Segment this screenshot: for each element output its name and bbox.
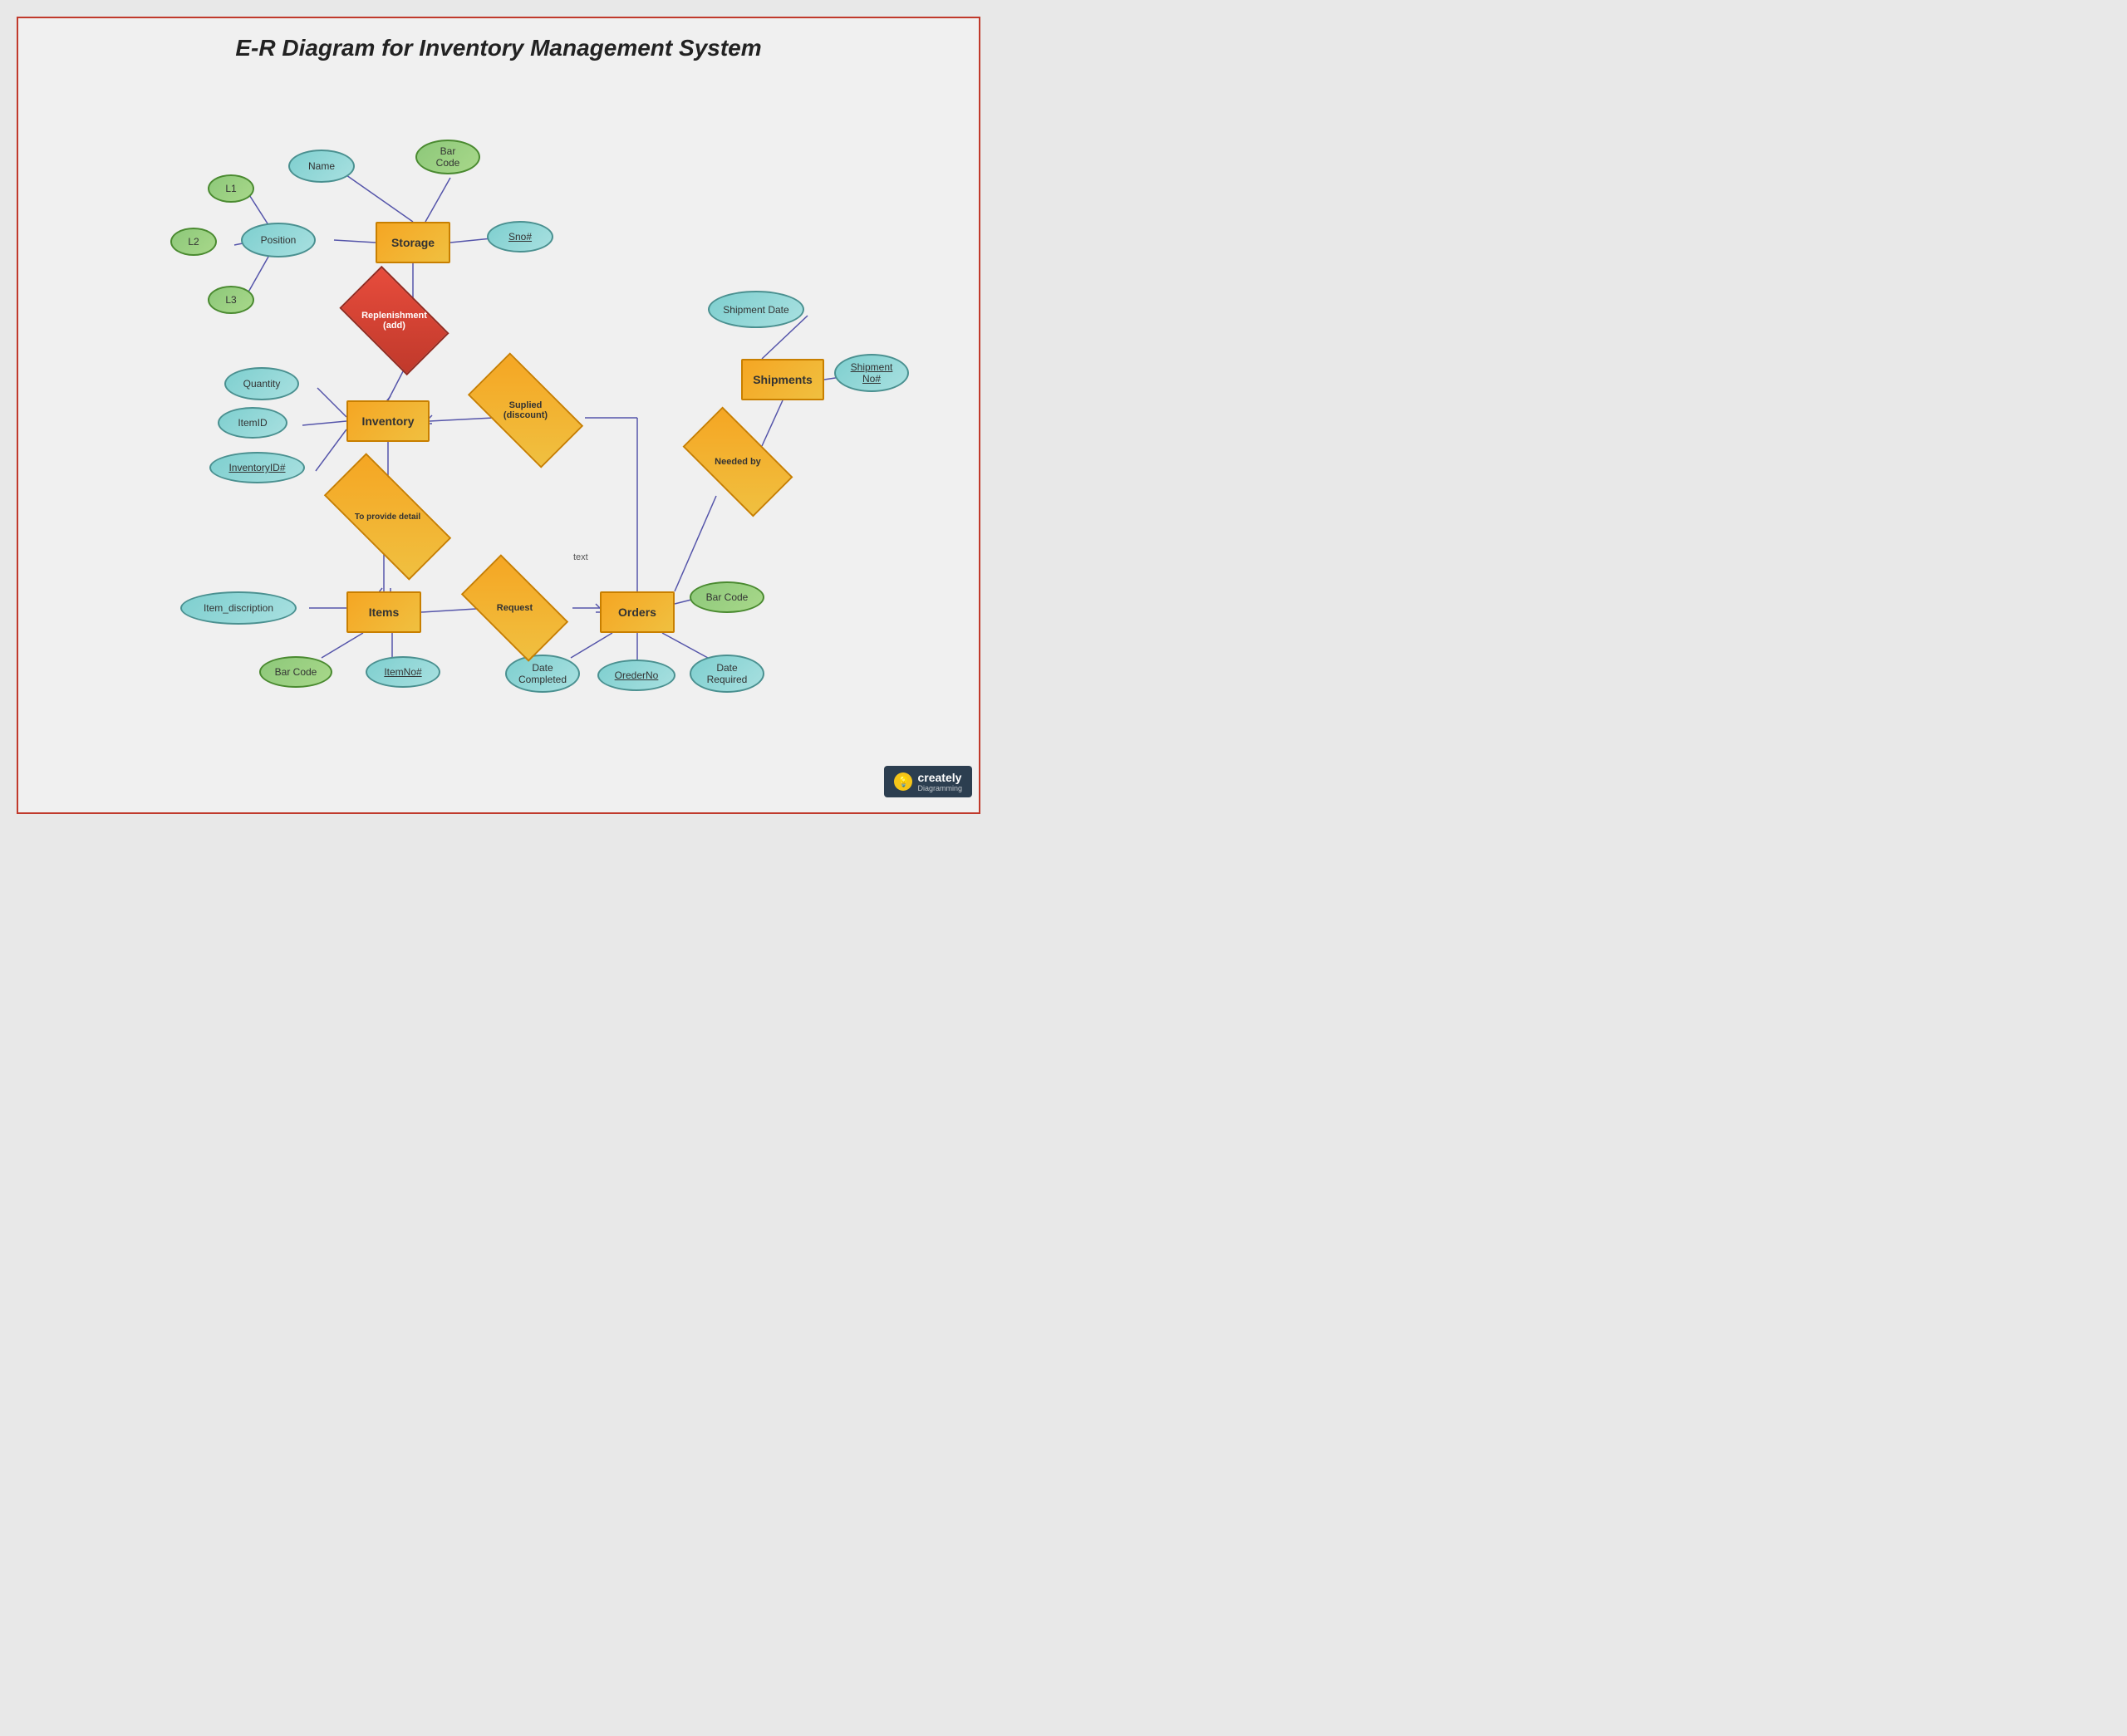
diagram-lines [18,76,982,807]
relation-to-provide: To provide detail [327,487,448,547]
attr-itemid: ItemID [218,407,287,439]
attr-inventoryid: InventoryID# [209,452,305,483]
text-label-text: text [573,552,588,562]
attr-date-completed: Date Completed [505,655,580,693]
attr-barcode-storage: Bar Code [415,140,480,174]
page-title: E-R Diagram for Inventory Management Sys… [18,18,979,70]
entity-inventory[interactable]: Inventory [346,400,430,442]
attr-name: Name [288,150,355,183]
logo-icon: 💡 [894,772,912,791]
attr-l1: L1 [208,174,254,203]
relation-replenishment: Replenishment (add) [346,291,442,351]
entity-orders[interactable]: Orders [600,591,675,633]
entity-shipments[interactable]: Shipments [741,359,824,400]
attr-item-desc: Item_discription [180,591,297,625]
attr-shipment-date: Shipment Date [708,291,804,328]
attr-barcode-orders: Bar Code [690,581,764,613]
attr-sno: Sno# [487,221,553,253]
attr-itemno: ItemNo# [366,656,440,688]
creately-logo: 💡 creately Diagramming [884,766,972,797]
relation-request: Request [467,580,562,636]
relation-needed-by: Needed by [688,434,788,490]
diagram-area: Storage Inventory Items Orders Shipments… [18,76,982,807]
relation-supplied: Suplied (discount) [474,380,577,440]
attr-orderno: OrederNo [597,660,675,691]
attr-quantity: Quantity [224,367,299,400]
entity-storage[interactable]: Storage [376,222,450,263]
main-container: E-R Diagram for Inventory Management Sys… [17,17,980,814]
logo-text: creately Diagramming [917,771,962,792]
attr-date-required: Date Required [690,655,764,693]
attr-barcode-items: Bar Code [259,656,332,688]
entity-items[interactable]: Items [346,591,421,633]
attr-l2: L2 [170,228,217,256]
attr-shipment-no: Shipment No# [834,354,909,392]
attr-l3: L3 [208,286,254,314]
attr-position: Position [241,223,316,257]
